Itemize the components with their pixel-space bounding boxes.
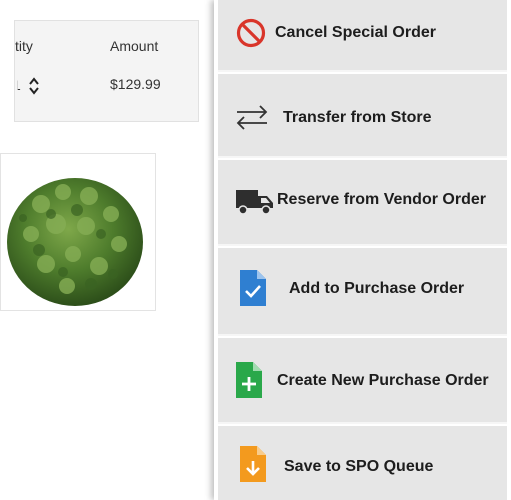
add-to-purchase-order-button[interactable]: Add to Purchase Order xyxy=(218,248,507,336)
reserve-from-vendor-order-button[interactable]: Reserve from Vendor Order xyxy=(218,160,507,246)
cancel-icon xyxy=(236,18,266,48)
product-image-tile xyxy=(0,153,156,311)
cancel-special-order-label: Cancel Special Order xyxy=(275,24,436,41)
quantity-column-header: tity xyxy=(15,38,33,54)
quantity-stepper[interactable]: 1 xyxy=(15,70,45,100)
reserve-from-vendor-order-label: Reserve from Vendor Order xyxy=(277,191,486,208)
save-to-spo-queue-button[interactable]: Save to SPO Queue xyxy=(218,426,507,500)
order-actions-menu: Cancel Special Order Transfer from Store… xyxy=(214,0,511,500)
document-check-icon xyxy=(240,270,266,306)
transfer-from-store-label: Transfer from Store xyxy=(283,109,432,126)
quantity-value: 1 xyxy=(13,77,21,93)
transfer-from-store-button[interactable]: Transfer from Store xyxy=(218,74,507,158)
add-to-purchase-order-label: Add to Purchase Order xyxy=(289,280,465,297)
create-new-purchase-order-label: Create New Purchase Order xyxy=(277,372,489,389)
document-plus-icon xyxy=(236,362,262,398)
truck-icon xyxy=(236,190,273,215)
amount-column-header: Amount xyxy=(110,38,159,54)
cancel-special-order-button[interactable]: Cancel Special Order xyxy=(218,0,507,72)
transfer-arrows-icon xyxy=(236,105,268,130)
create-new-purchase-order-button[interactable]: Create New Purchase Order xyxy=(218,338,507,424)
save-to-spo-queue-label: Save to SPO Queue xyxy=(284,458,434,475)
stepper-arrows-icon[interactable] xyxy=(28,76,40,96)
amount-value: $129.99 xyxy=(110,76,161,92)
document-download-icon xyxy=(240,446,266,482)
shrub-image xyxy=(7,178,143,306)
order-line-card: tity Amount 1 $129.99 xyxy=(14,20,199,122)
